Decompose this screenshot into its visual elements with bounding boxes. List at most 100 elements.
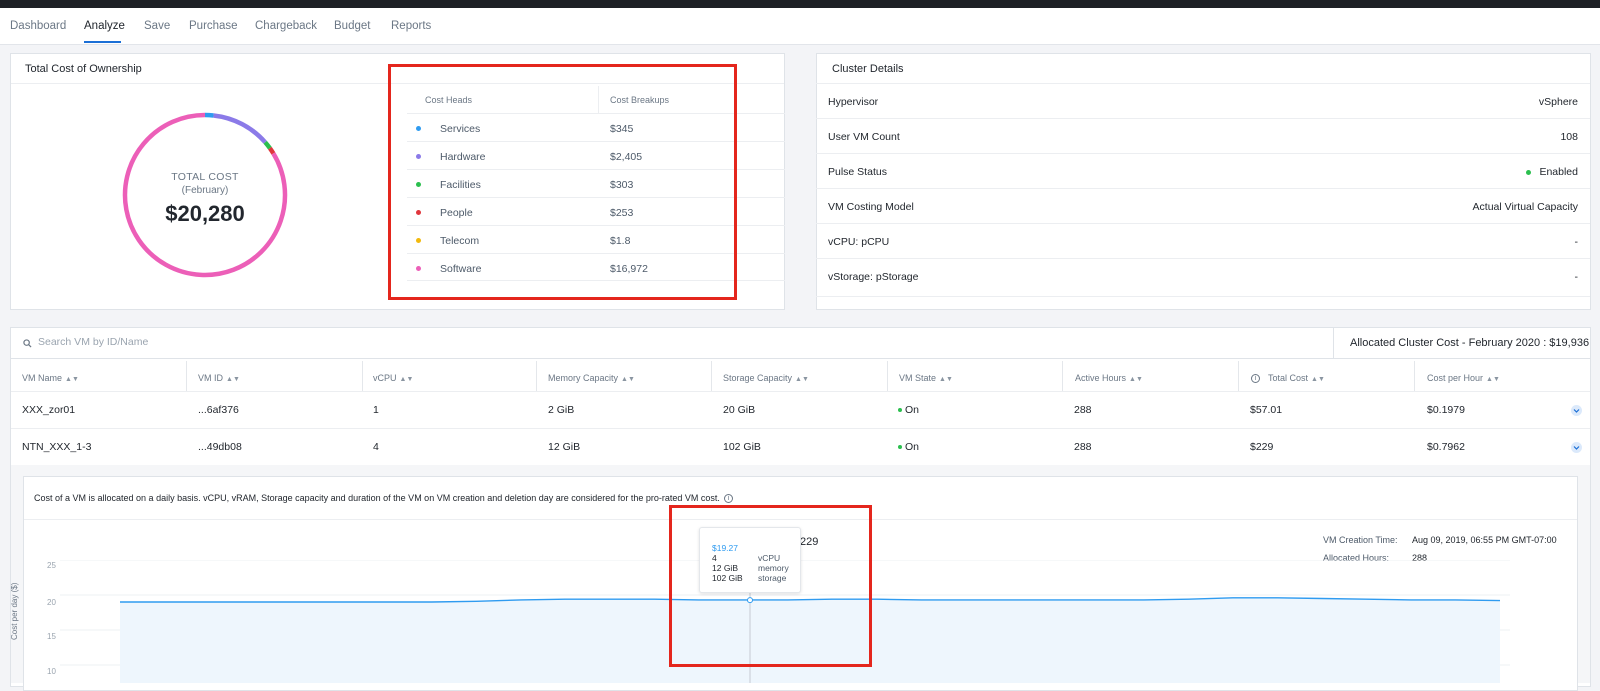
col-label: Memory Capacity [548, 373, 618, 383]
pulse-status-value: Enabled [1539, 166, 1578, 178]
cluster-row-hypervisor: Hypervisor vSphere [816, 83, 1590, 118]
total-cost-donut: TOTAL COST (February) $20,280 [120, 110, 290, 280]
creation-time-value: Aug 09, 2019, 06:55 PM GMT-07:00 [1412, 535, 1557, 545]
col-label: VM ID [198, 373, 223, 383]
col-label: Total Cost [1268, 373, 1308, 383]
y-tick-label: 25 [47, 561, 56, 570]
col-label: vCPU [373, 373, 397, 383]
sort-icon: ▲▼ [621, 376, 635, 383]
annotation-highlight-box [669, 505, 872, 667]
info-icon[interactable]: i [1251, 374, 1260, 383]
vm-vcpu: 4 [373, 441, 379, 453]
vm-memory: 12 GiB [548, 441, 580, 453]
col-label: Active Hours [1075, 373, 1126, 383]
active-tab-indicator [84, 41, 121, 43]
y-tick-label: 10 [47, 667, 56, 676]
col-active-hours[interactable]: Active Hours▲▼ [1075, 373, 1143, 383]
vm-storage: 20 GiB [723, 404, 755, 416]
chevron-down-icon[interactable] [1571, 442, 1582, 453]
allocated-cluster-cost: Allocated Cluster Cost - February 2020 :… [1333, 328, 1590, 358]
state-dot [898, 445, 902, 449]
donut-period: (February) [120, 185, 290, 196]
cluster-value: - [1575, 271, 1579, 283]
col-separator [362, 361, 363, 391]
cluster-label: Pulse Status [828, 166, 887, 178]
vm-cost-per-hour: $0.7962 [1427, 441, 1465, 453]
vm-search-input[interactable] [38, 332, 438, 352]
nav-save[interactable]: Save [144, 20, 170, 32]
cluster-label: vStorage: pStorage [828, 271, 918, 283]
col-label: Cost per Hour [1427, 373, 1483, 383]
col-separator [1238, 361, 1239, 391]
col-memory-capacity[interactable]: Memory Capacity▲▼ [548, 373, 635, 383]
donut-label: TOTAL COST [120, 171, 290, 183]
col-separator [1414, 361, 1415, 391]
pulse-status: Enabled [1526, 166, 1578, 178]
cluster-row-costing-model: VM Costing Model Actual Virtual Capacity [816, 188, 1590, 223]
cluster-details-title: Cluster Details [832, 63, 904, 75]
vm-vcpu: 1 [373, 404, 379, 416]
sort-icon: ▲▼ [1486, 376, 1500, 383]
table-row[interactable]: NTN_XXX_1-3 ...49db08 4 12 GiB 102 GiB O… [11, 428, 1590, 465]
nav-dashboard[interactable]: Dashboard [10, 20, 66, 32]
cluster-label: User VM Count [828, 131, 900, 143]
annotation-highlight-box [388, 64, 737, 300]
cluster-label: Hypervisor [828, 96, 878, 108]
cluster-label: vCPU: pCPU [828, 236, 889, 248]
tco-title: Total Cost of Ownership [25, 63, 142, 75]
vm-name: NTN_XXX_1-3 [22, 441, 91, 453]
vm-state: On [898, 441, 919, 453]
vm-id: ...49db08 [198, 441, 242, 453]
note-text: Cost of a VM is allocated on a daily bas… [34, 493, 720, 503]
nav-purchase[interactable]: Purchase [189, 20, 238, 32]
sort-icon: ▲▼ [65, 376, 79, 383]
vm-memory: 2 GiB [548, 404, 574, 416]
vm-name: XXX_zor01 [22, 404, 75, 416]
vm-total-cost: $57.01 [1250, 404, 1282, 416]
app-top-bar [0, 0, 1600, 8]
col-separator [186, 361, 187, 391]
cluster-row-vstorage-ratio: vStorage: pStorage - [816, 258, 1590, 297]
vm-cost-per-hour: $0.1979 [1427, 404, 1465, 416]
donut-total: $20,280 [120, 201, 290, 227]
sort-icon: ▲▼ [795, 376, 809, 383]
cluster-value: - [1575, 236, 1579, 248]
col-cost-per-hour[interactable]: Cost per Hour▲▼ [1427, 373, 1500, 383]
col-separator [536, 361, 537, 391]
nav-budget[interactable]: Budget [334, 20, 370, 32]
col-storage-capacity[interactable]: Storage Capacity▲▼ [723, 373, 809, 383]
state-dot [898, 408, 902, 412]
vm-state: On [898, 404, 919, 416]
search-icon [23, 339, 32, 348]
cluster-label: VM Costing Model [828, 201, 914, 213]
status-dot [1526, 170, 1531, 175]
col-vcpu[interactable]: vCPU▲▼ [373, 373, 413, 383]
vm-state-value: On [905, 404, 919, 416]
y-axis-label: Cost per day ($) [10, 583, 19, 640]
chevron-down-icon[interactable] [1571, 405, 1582, 416]
cluster-value: vSphere [1539, 96, 1578, 108]
col-total-cost[interactable]: iTotal Cost▲▼ [1251, 373, 1325, 383]
vm-table-divider [11, 358, 1590, 359]
col-vm-id[interactable]: VM ID▲▼ [198, 373, 240, 383]
info-icon[interactable]: i [724, 494, 733, 503]
col-separator [887, 361, 888, 391]
table-row[interactable]: XXX_zor01 ...6af376 1 2 GiB 20 GiB On 28… [11, 391, 1590, 428]
col-vm-state[interactable]: VM State▲▼ [899, 373, 953, 383]
cluster-value: 108 [1560, 131, 1578, 143]
vm-id: ...6af376 [198, 404, 239, 416]
col-vm-name[interactable]: VM Name▲▼ [22, 373, 79, 383]
y-tick-label: 15 [47, 632, 56, 641]
col-separator [711, 361, 712, 391]
sort-icon: ▲▼ [400, 376, 414, 383]
sort-icon: ▲▼ [1129, 376, 1143, 383]
cluster-row-vcpu-ratio: vCPU: pCPU - [816, 223, 1590, 258]
nav-analyze[interactable]: Analyze [84, 20, 125, 32]
nav-reports[interactable]: Reports [391, 20, 431, 32]
main-nav: Dashboard Analyze Save Purchase Chargeba… [0, 8, 1600, 45]
creation-time-label: VM Creation Time: [1323, 535, 1398, 545]
nav-chargeback[interactable]: Chargeback [255, 20, 317, 32]
vm-total-cost: $229 [1250, 441, 1273, 453]
vm-hours: 288 [1074, 404, 1092, 416]
vm-hours: 288 [1074, 441, 1092, 453]
